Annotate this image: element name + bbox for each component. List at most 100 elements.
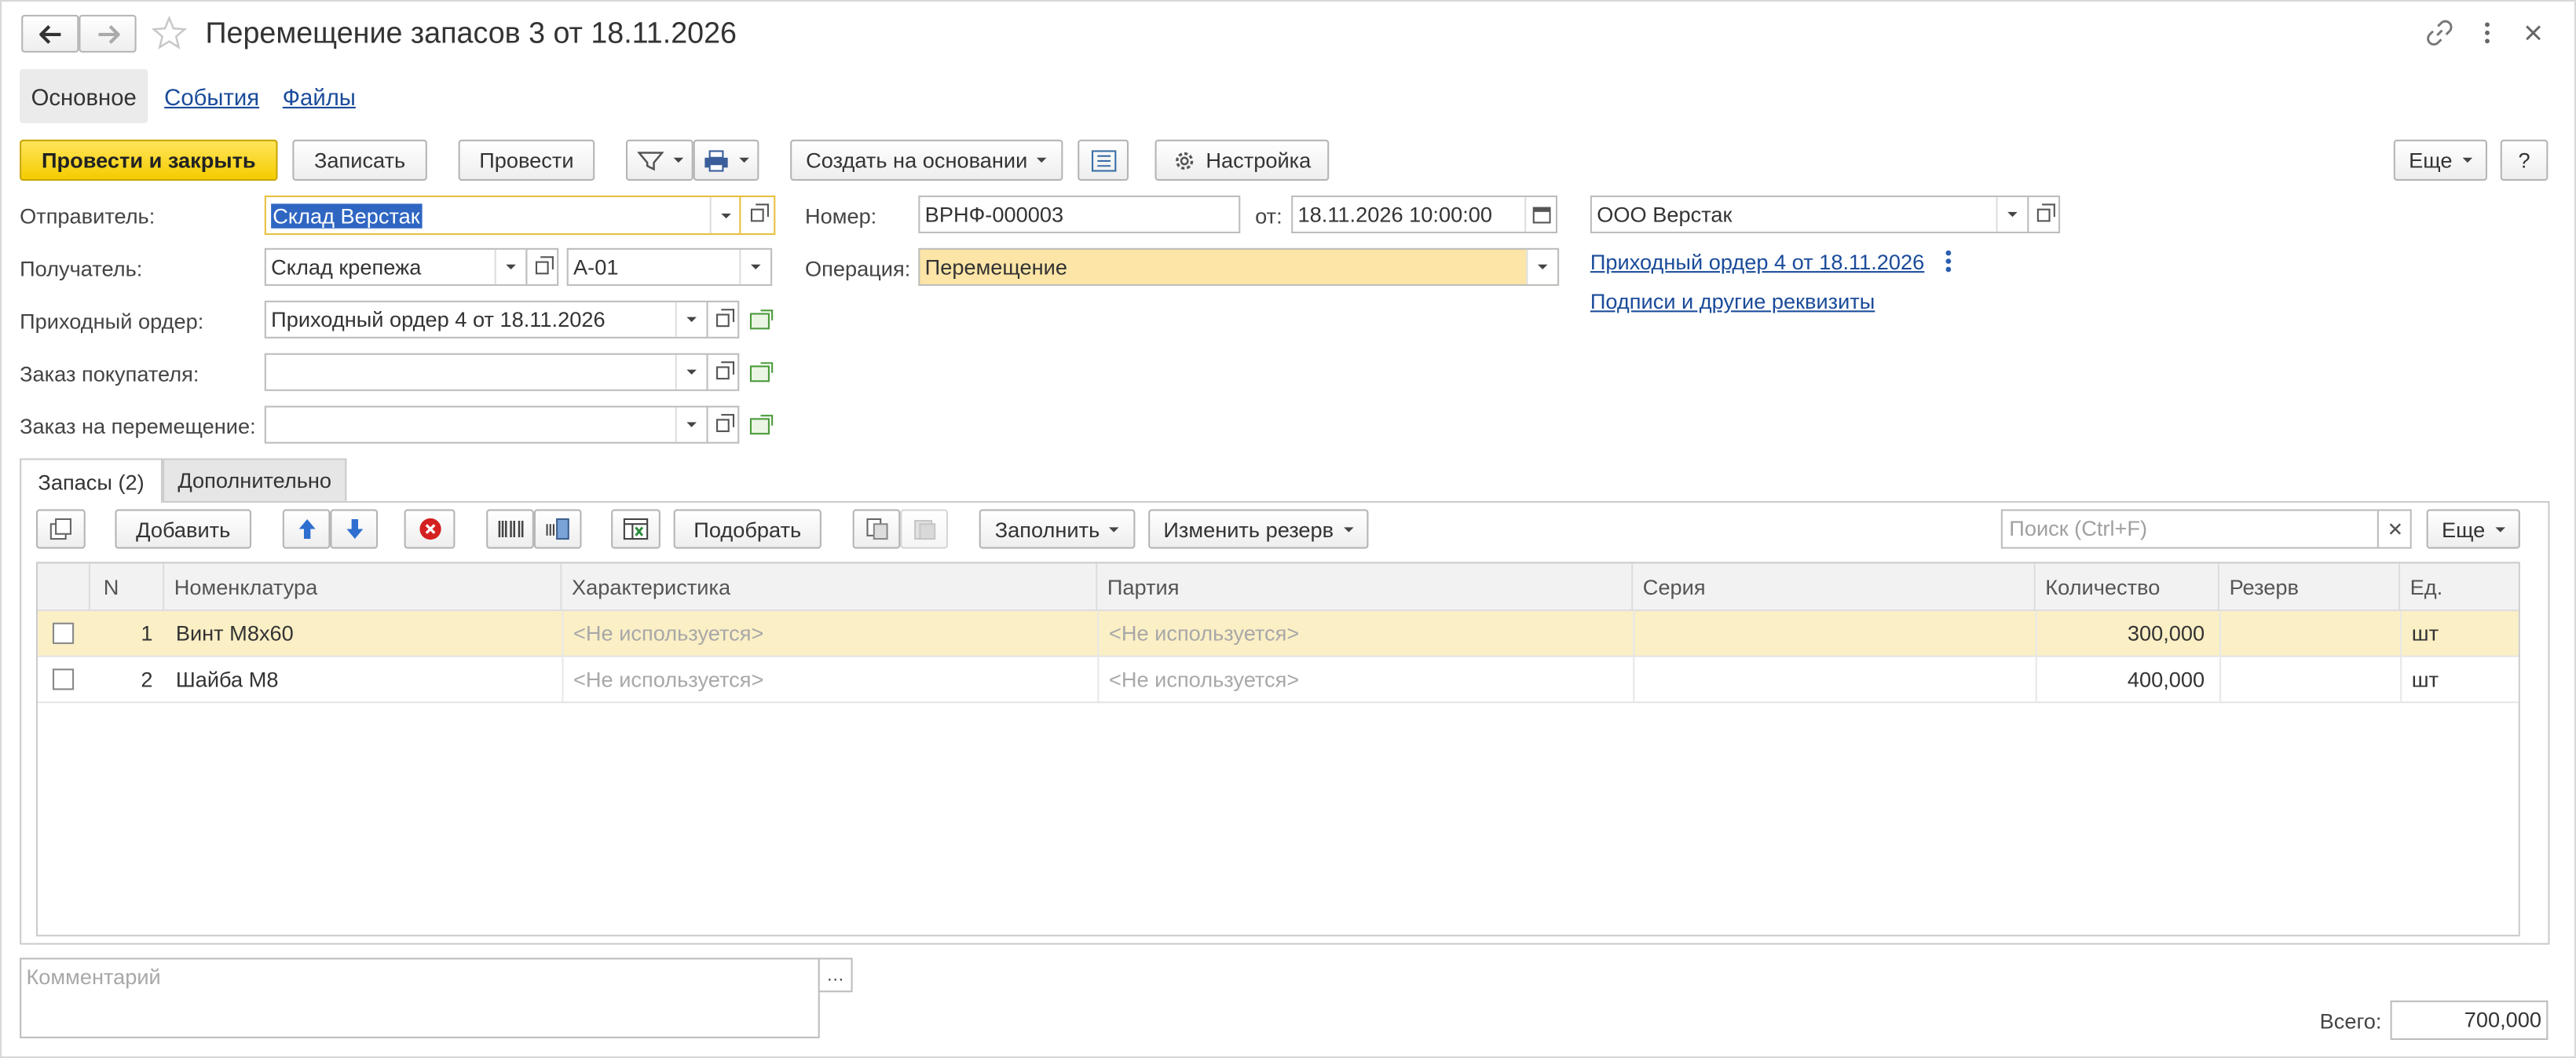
search-clear-button[interactable]: [2377, 509, 2412, 549]
fill-label: Заполнить: [994, 516, 1100, 542]
change-reserve-button[interactable]: Изменить резерв: [1148, 509, 1369, 549]
open-icon: [750, 203, 769, 222]
table-more-button[interactable]: Еще: [2426, 509, 2520, 549]
table-row[interactable]: 1 Винт М8х60 <Не используется> <Не испол…: [38, 611, 2519, 657]
search-input[interactable]: Поиск (Ctrl+F): [2000, 509, 2379, 549]
add-button[interactable]: Добавить: [115, 509, 252, 549]
receipt-order-open-button[interactable]: [706, 300, 740, 339]
row-number: 1: [141, 621, 153, 646]
print-dropdown-button[interactable]: [693, 139, 759, 181]
more-button[interactable]: Еще: [2393, 139, 2487, 181]
column-header-checkbox: [38, 563, 91, 612]
back-button[interactable]: [21, 14, 79, 53]
sender-dropdown-button[interactable]: [709, 196, 741, 234]
comment-expand-button[interactable]: …: [818, 957, 853, 993]
recipient-value: Склад крепежа: [271, 254, 422, 280]
signatures-link[interactable]: Подписи и другие реквизиты: [1590, 289, 1875, 313]
operation-dropdown-button[interactable]: [1526, 249, 1558, 284]
storage-cell-field[interactable]: А-01: [566, 247, 773, 286]
customer-order-open-button[interactable]: [706, 353, 740, 391]
row-quantity: 400,000: [2127, 667, 2205, 692]
nav-tab-files[interactable]: Файлы: [283, 84, 356, 110]
operation-field[interactable]: Перемещение: [918, 247, 1560, 286]
fill-button[interactable]: Заполнить: [979, 509, 1136, 549]
customer-order-label: Заказ покупателя:: [20, 361, 199, 386]
open-icon: [716, 308, 735, 327]
column-header-unit[interactable]: Ед.: [2400, 563, 2519, 611]
table-row[interactable]: 2 Шайба М8 <Не используется> <Не использ…: [38, 657, 2519, 704]
customer-order-dropdown-button[interactable]: [675, 354, 707, 390]
excel-import-button[interactable]: [611, 509, 660, 549]
date-field[interactable]: 18.11.2026 10:00:00: [1291, 195, 1558, 234]
close-icon[interactable]: [2523, 23, 2543, 42]
post-and-close-button[interactable]: Провести и закрыть: [20, 139, 278, 181]
filter-dropdown-button[interactable]: [625, 139, 693, 181]
row-checkbox[interactable]: [52, 668, 75, 690]
forward-button[interactable]: [79, 14, 137, 53]
column-header-series[interactable]: Серия: [1633, 563, 2036, 612]
customer-order-field[interactable]: [264, 353, 708, 391]
settings-button[interactable]: Настройка: [1154, 139, 1330, 181]
row-quantity: 300,000: [2127, 621, 2205, 646]
comment-textarea[interactable]: Комментарий: [20, 957, 820, 1038]
more-vertical-icon[interactable]: [1942, 248, 1956, 274]
create-from-icon[interactable]: [749, 414, 774, 435]
data-collection-terminal-button[interactable]: [533, 509, 582, 549]
transfer-order-label: Заказ на перемещение:: [20, 414, 256, 439]
row-unit: шт: [2411, 621, 2439, 646]
tab-stock[interactable]: Запасы (2): [20, 458, 163, 503]
column-header-quantity[interactable]: Количество: [2036, 563, 2220, 612]
calendar-icon: [1531, 207, 1550, 224]
tab-additional[interactable]: Дополнительно: [163, 458, 347, 501]
create-from-icon[interactable]: [749, 361, 774, 383]
more-vertical-icon[interactable]: [2479, 20, 2496, 46]
organization-field[interactable]: ООО Верстак: [1590, 195, 2029, 234]
structure-button[interactable]: [1078, 139, 1129, 181]
help-button[interactable]: ?: [2500, 139, 2549, 181]
create-from-icon[interactable]: [749, 309, 774, 330]
sender-open-button[interactable]: [739, 195, 776, 236]
move-up-button[interactable]: [282, 509, 331, 549]
nav-tab-events[interactable]: События: [164, 84, 259, 110]
post-button[interactable]: Провести: [458, 139, 595, 181]
sender-field[interactable]: Склад Верстак: [264, 195, 743, 236]
nav-tab-main[interactable]: Основное: [20, 68, 148, 123]
paste-rows-button[interactable]: [900, 509, 948, 549]
save-button[interactable]: Записать: [292, 139, 427, 181]
recipient-open-button[interactable]: [525, 247, 559, 286]
barcode-button[interactable]: [486, 509, 534, 549]
move-down-button[interactable]: [330, 509, 379, 549]
calendar-button[interactable]: [1524, 196, 1556, 232]
delete-row-button[interactable]: [404, 509, 456, 549]
number-field[interactable]: ВРНФ-000003: [918, 195, 1241, 234]
column-header-batch[interactable]: Партия: [1097, 563, 1634, 612]
transfer-order-open-button[interactable]: [706, 405, 740, 444]
storage-cell-dropdown-button[interactable]: [739, 249, 771, 284]
organization-open-button[interactable]: [2027, 195, 2061, 234]
transfer-order-dropdown-button[interactable]: [675, 407, 707, 442]
link-icon[interactable]: [2427, 20, 2453, 46]
recipient-field[interactable]: Склад крепежа: [264, 247, 528, 286]
recipient-dropdown-button[interactable]: [494, 249, 526, 284]
transfer-order-field[interactable]: [264, 405, 708, 444]
arrow-up-icon: [298, 518, 315, 540]
row-checkbox[interactable]: [52, 622, 75, 644]
column-header-n[interactable]: N: [90, 563, 165, 612]
organization-dropdown-button[interactable]: [1996, 196, 2028, 232]
column-header-item[interactable]: Номенклатура: [164, 563, 562, 612]
total-value: 700,000: [2390, 1000, 2549, 1040]
receipt-order-field[interactable]: Приходный ордер 4 от 18.11.2026: [264, 300, 708, 339]
create-based-on-button[interactable]: Создать на основании: [790, 139, 1063, 181]
copy-rows-button[interactable]: [852, 509, 901, 549]
close-icon: [2388, 523, 2400, 535]
favorite-star-icon[interactable]: [151, 15, 188, 51]
pick-button[interactable]: Подобрать: [673, 509, 821, 549]
column-header-reserve[interactable]: Резерв: [2219, 563, 2401, 612]
copy-list-button[interactable]: [36, 509, 86, 549]
spreadsheet-icon: [623, 518, 649, 540]
receipt-order-dropdown-button[interactable]: [675, 302, 707, 337]
copy-icon: [865, 518, 887, 540]
receipt-order-link[interactable]: Приходный ордер 4 от 18.11.2026: [1590, 250, 1924, 274]
delete-icon: [419, 518, 441, 540]
column-header-characteristic[interactable]: Характеристика: [562, 563, 1098, 612]
